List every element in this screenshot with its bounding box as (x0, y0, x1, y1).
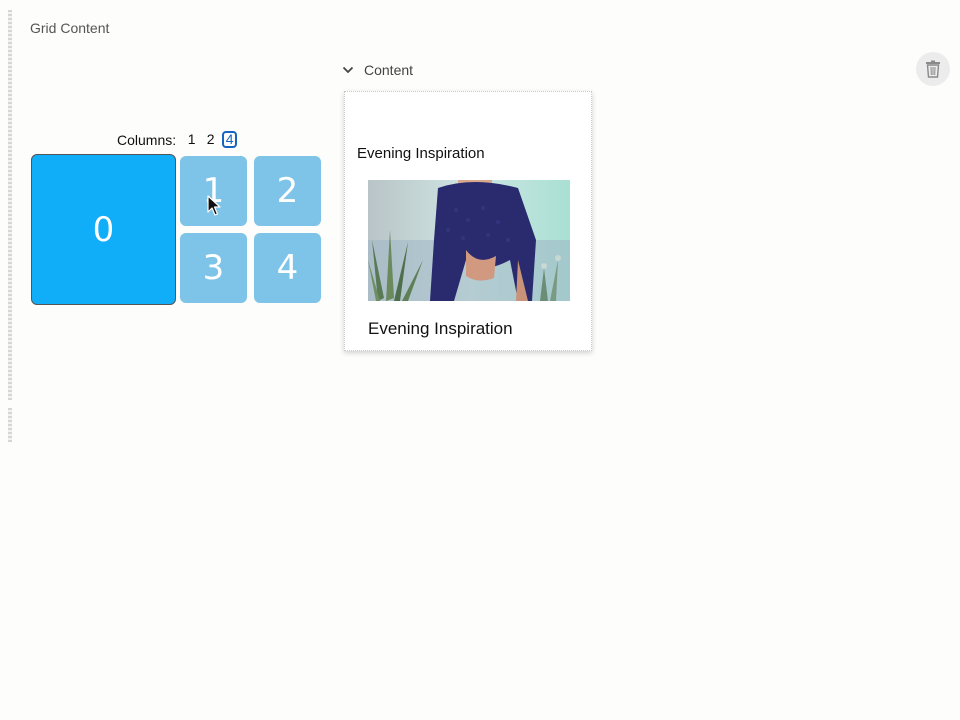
columns-label: Columns: (117, 131, 177, 148)
chevron-down-icon (342, 66, 354, 74)
page: Grid Content Columns: 1 2 4 0 1 2 3 4 Co… (0, 0, 960, 720)
columns-option-1[interactable]: 1 (184, 131, 199, 148)
trash-icon (926, 60, 940, 78)
drag-handle-secondary[interactable] (8, 408, 12, 442)
columns-option-4[interactable]: 4 (222, 131, 238, 148)
columns-option-2[interactable]: 2 (203, 131, 218, 148)
grid-tile-2[interactable]: 2 (254, 156, 321, 226)
content-toggle-label: Content (364, 62, 414, 78)
columns-selector: Columns: 1 2 4 (117, 131, 241, 148)
card-heading: Evening Inspiration (357, 145, 485, 162)
grid-tile-3[interactable]: 3 (180, 233, 247, 303)
card-caption: Evening Inspiration (368, 319, 513, 338)
mouse-pointer-icon (207, 195, 221, 216)
grid-tile-4[interactable]: 4 (254, 233, 321, 303)
content-toggle[interactable]: Content (342, 62, 413, 78)
drag-handle[interactable] (8, 10, 12, 400)
content-card[interactable]: Evening Inspiration Evening Inspiration (344, 91, 592, 351)
delete-button[interactable] (916, 52, 950, 86)
grid-title: Grid Content (30, 20, 110, 36)
card-image (368, 180, 570, 301)
grid-tile-0[interactable]: 0 (31, 154, 176, 305)
